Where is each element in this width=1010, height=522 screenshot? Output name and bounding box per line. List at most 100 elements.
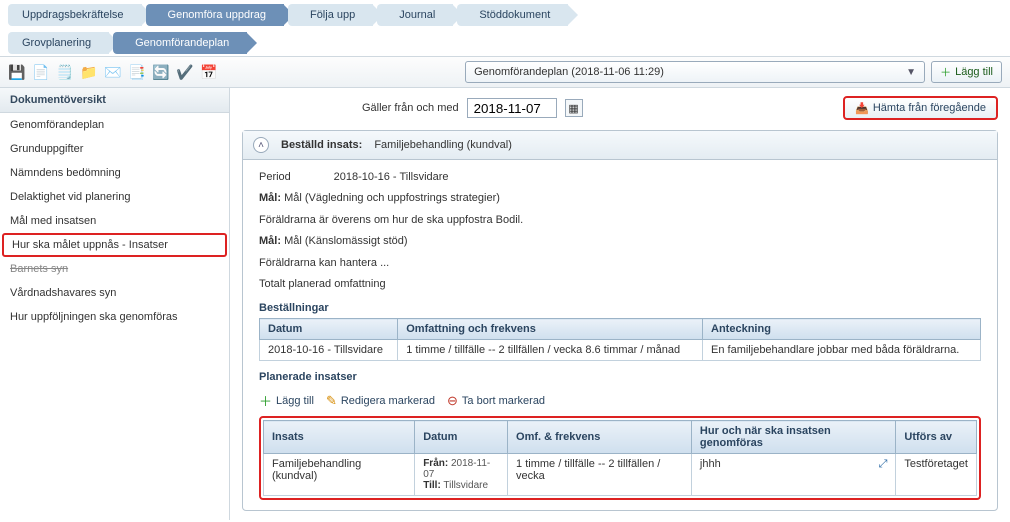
sidebar: Dokumentöversikt Genomförandeplan Grundu… (0, 88, 230, 520)
to-value: Tillsvidare (443, 480, 488, 491)
col-anteckning[interactable]: Anteckning (703, 319, 981, 340)
hur-value: jhhh (700, 458, 721, 470)
calendar-picker-icon[interactable]: ▦ (565, 99, 583, 117)
col-datum[interactable]: Datum (260, 319, 398, 340)
fetch-previous-label: Hämta från föregående (873, 102, 986, 114)
export-icon[interactable]: 📄 (32, 63, 50, 81)
mal1-label: Mål: (259, 192, 281, 204)
sidebar-title: Dokumentöversikt (0, 88, 229, 113)
cell-omf: 1 timme / tillfälle -- 2 tillfällen / ve… (508, 454, 692, 496)
bestallningar-title: Beställningar (259, 302, 981, 314)
mal2-value: Mål (Känslomässigt stöd) (284, 235, 408, 247)
table-row[interactable]: Familjebehandling (kundval) Från: 2018-1… (264, 454, 977, 496)
refresh-icon[interactable]: 🔄 (152, 63, 170, 81)
action-edit-label: Redigera markerad (341, 395, 435, 407)
tab-label: Genomförandeplan (135, 37, 229, 49)
document-select[interactable]: Genomförandeplan (2018-11-06 11:29) ▼ (465, 61, 925, 83)
sidebar-item-genomforandeplan[interactable]: Genomförandeplan (0, 113, 229, 137)
sidebar-item-mal-med-insatsen[interactable]: Mål med insatsen (0, 209, 229, 233)
plus-icon: ＋ (259, 391, 272, 410)
tab-label: Grovplanering (22, 37, 91, 49)
breadcrumb-sub: Grovplanering Genomförandeplan (0, 28, 1010, 56)
minus-icon: ⊖ (447, 393, 458, 409)
add-button[interactable]: ＋ Lägg till (931, 61, 1002, 83)
ordered-insats-label: Beställd insats: (281, 139, 362, 151)
insats-panel: ˄ Beställd insats: Familjebehandling (ku… (242, 130, 998, 511)
sidebar-item-grunduppgifter[interactable]: Grunduppgifter (0, 137, 229, 161)
tab-label: Journal (399, 9, 435, 21)
planerade-table: Insats Datum Omf. & frekvens Hur och när… (263, 420, 977, 496)
save-icon[interactable]: 💾 (8, 63, 26, 81)
cell-insats: Familjebehandling (kundval) (264, 454, 415, 496)
mal1-value: Mål (Vägledning och uppfostrings strateg… (284, 192, 500, 204)
tab-folja-upp[interactable]: Följa upp (288, 4, 373, 26)
tab-uppdragsbekraftelse[interactable]: Uppdragsbekräftelse (8, 4, 142, 26)
cell-datum: Från: 2018-11-07 Till: Tillsvidare (415, 454, 508, 496)
add-button-label: Lägg till (955, 66, 993, 78)
doc-icon[interactable]: 📑 (128, 63, 146, 81)
notes-icon[interactable]: 🗒️ (56, 63, 74, 81)
bestallningar-table: Datum Omfattning och frekvens Anteckning… (259, 318, 981, 361)
check-icon[interactable]: ✔️ (176, 63, 194, 81)
mal2-desc: Föräldrarna kan hantera ... (259, 256, 981, 271)
folder-icon[interactable]: 📁 (80, 63, 98, 81)
breadcrumb-top: Uppdragsbekräftelse Genomföra uppdrag Fö… (0, 0, 1010, 28)
action-delete[interactable]: ⊖ Ta bort markerad (447, 391, 545, 410)
period-value: 2018-10-16 - Tillsvidare (334, 171, 449, 183)
collapse-toggle[interactable]: ˄ (253, 137, 269, 153)
cell-datum: 2018-10-16 - Tillsvidare (260, 340, 398, 361)
mail-icon[interactable]: ✉️ (104, 63, 122, 81)
document-select-label: Genomförandeplan (2018-11-06 11:29) (474, 66, 664, 78)
planerade-table-highlight: Insats Datum Omf. & frekvens Hur och när… (259, 416, 981, 500)
tab-label: Stöddokument (479, 9, 550, 21)
import-icon: 📥 (855, 102, 869, 115)
col-omf-frekvens[interactable]: Omf. & frekvens (508, 421, 692, 454)
action-edit[interactable]: ✎ Redigera markerad (326, 391, 435, 410)
plus-icon: ＋ (940, 64, 951, 80)
tab-genomfora-uppdrag[interactable]: Genomföra uppdrag (146, 4, 284, 26)
ordered-insats-value: Familjebehandling (kundval) (374, 139, 512, 151)
expand-icon[interactable]: ⤢ (879, 458, 888, 471)
sidebar-item-hur-ska-malet-uppnas[interactable]: Hur ska målet uppnås - Insatser (2, 233, 227, 257)
valid-from-label: Gäller från och med (362, 102, 459, 114)
planerade-title: Planerade insatser (259, 371, 981, 383)
cell-omf: 1 timme / tillfälle -- 2 tillfällen / ve… (398, 340, 703, 361)
sidebar-item-vardnadshavares-syn[interactable]: Vårdnadshavares syn (0, 281, 229, 305)
period-label: Period (259, 171, 291, 183)
header-row: Gäller från och med ▦ 📥 Hämta från föreg… (242, 96, 998, 120)
cell-ant: En familjebehandlare jobbar med båda för… (703, 340, 981, 361)
col-insats[interactable]: Insats (264, 421, 415, 454)
tab-stoddokument[interactable]: Stöddokument (457, 4, 568, 26)
sidebar-item-namndens-bedomning[interactable]: Nämndens bedömning (0, 161, 229, 185)
sidebar-item-delaktighet[interactable]: Delaktighet vid planering (0, 185, 229, 209)
tab-label: Genomföra uppdrag (168, 9, 266, 21)
to-label: Till: (423, 480, 441, 491)
mal1-desc: Föräldrarna är överens om hur de ska upp… (259, 213, 981, 228)
fetch-previous-button[interactable]: 📥 Hämta från föregående (843, 96, 998, 120)
sidebar-item-barnets-syn[interactable]: Barnets syn (0, 257, 229, 281)
action-add[interactable]: ＋Lägg till (259, 391, 314, 410)
col-datum[interactable]: Datum (415, 421, 508, 454)
calendar-icon[interactable]: 📅 (200, 63, 218, 81)
col-omfattning[interactable]: Omfattning och frekvens (398, 319, 703, 340)
panel-body: Period 2018-10-16 - Tillsvidare Mål: Mål… (243, 160, 997, 510)
tab-label: Uppdragsbekräftelse (22, 9, 124, 21)
subtab-grovplanering[interactable]: Grovplanering (8, 32, 109, 54)
toolbar: 💾 📄 🗒️ 📁 ✉️ 📑 🔄 ✔️ 📅 Genomförandeplan (2… (0, 56, 1010, 88)
total-planned-label: Totalt planerad omfattning (259, 277, 981, 292)
col-utfors-av[interactable]: Utförs av (896, 421, 977, 454)
tab-label: Följa upp (310, 9, 355, 21)
col-hur-nar[interactable]: Hur och när ska insatsen genomföras (691, 421, 895, 454)
subtab-genomforandeplan[interactable]: Genomförandeplan (113, 32, 247, 54)
mal2-label: Mål: (259, 235, 281, 247)
content-area: Gäller från och med ▦ 📥 Hämta från föreg… (230, 88, 1010, 520)
sidebar-item-hur-uppfoljningen[interactable]: Hur uppföljningen ska genomföras (0, 305, 229, 329)
valid-from-input[interactable] (467, 98, 557, 118)
pencil-icon: ✎ (326, 393, 337, 409)
table-row[interactable]: 2018-10-16 - Tillsvidare 1 timme / tillf… (260, 340, 981, 361)
cell-utfors: Testföretaget (896, 454, 977, 496)
action-delete-label: Ta bort markerad (462, 395, 545, 407)
cell-hur: jhhh ⤢ (691, 454, 895, 496)
tab-journal[interactable]: Journal (377, 4, 453, 26)
from-label: Från: (423, 458, 448, 469)
